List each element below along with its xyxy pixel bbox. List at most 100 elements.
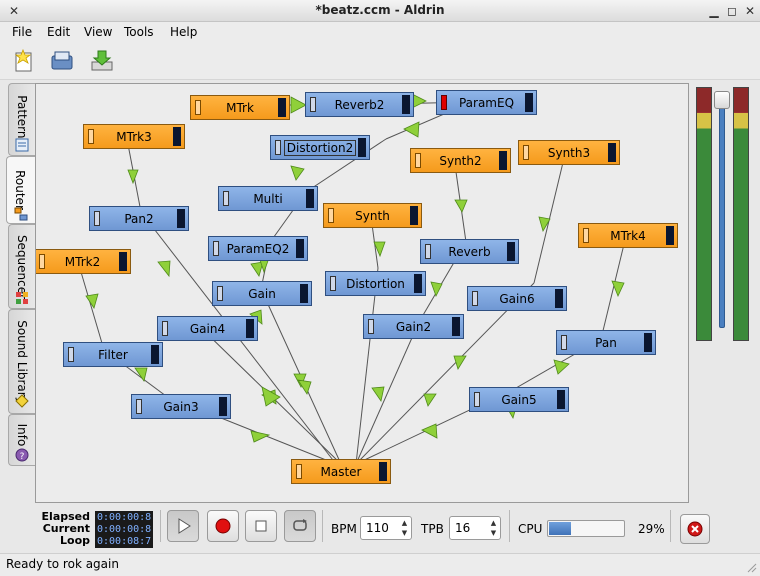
machine-mtrk3[interactable]: MTrk3 (83, 124, 185, 149)
machine-parameq[interactable]: ParamEQ (436, 90, 537, 115)
cpu-meter-fill (549, 522, 571, 535)
resize-grip-icon[interactable] (745, 561, 757, 573)
tab-router[interactable]: Router (6, 156, 35, 224)
machine-master[interactable]: Master (291, 459, 391, 484)
machine-meter (414, 274, 422, 293)
separator (160, 510, 161, 542)
tab-info-label: Info (15, 423, 29, 447)
loop-button[interactable] (284, 510, 316, 542)
stop-icon (255, 520, 267, 532)
bpm-up-icon[interactable]: ▲ (400, 519, 409, 528)
menu-view[interactable]: View (84, 25, 112, 39)
master-volume-track[interactable] (719, 92, 725, 328)
maximize-icon[interactable]: ◻ (724, 3, 740, 19)
machine-pan2[interactable]: Pan2 (89, 206, 189, 231)
play-button[interactable] (167, 510, 199, 542)
loop-icon (293, 519, 307, 531)
stop-button[interactable] (245, 510, 277, 542)
machine-label: MTrk3 (116, 130, 152, 144)
machine-reverb[interactable]: Reverb (420, 239, 519, 264)
tab-patterns-label: Patterns (15, 94, 29, 145)
close-icon[interactable]: ✕ (742, 3, 758, 19)
machine-meter (557, 390, 565, 409)
machine-label: Multi (253, 192, 283, 206)
machine-synth2[interactable]: Synth2 (410, 148, 511, 173)
tab-patterns[interactable]: Patterns (8, 83, 35, 156)
machine-label: Gain3 (163, 400, 199, 414)
machine-meter (151, 345, 159, 364)
machine-multi[interactable]: Multi (218, 186, 318, 211)
patterns-icon (15, 138, 29, 152)
minimize-icon[interactable]: ▁ (706, 3, 722, 19)
machine-gain6[interactable]: Gain6 (467, 286, 567, 311)
machine-label: Gain6 (499, 292, 535, 306)
machine-gain5[interactable]: Gain5 (469, 387, 569, 412)
menu-bar: File Edit View Tools Help (0, 22, 760, 42)
record-icon (215, 518, 231, 534)
tpb-spinbox[interactable]: 16 ▲ ▼ (449, 516, 501, 540)
machine-distortion[interactable]: Distortion (325, 271, 426, 296)
loop-time: 0:00:08:7 (95, 535, 153, 548)
new-file-button[interactable] (10, 48, 38, 74)
panic-button[interactable] (680, 514, 710, 544)
machine-pan[interactable]: Pan (556, 330, 656, 355)
machine-reverb2[interactable]: Reverb2 (305, 92, 414, 117)
machine-gain2[interactable]: Gain2 (363, 314, 464, 339)
machine-parameq2[interactable]: ParamEQ2 (208, 236, 308, 261)
machine-synth[interactable]: Synth (323, 203, 422, 228)
master-volume-handle[interactable] (714, 91, 730, 109)
machine-mtrk2[interactable]: MTrk2 (36, 249, 131, 274)
window-title: *beatz.ccm - Aldrin (315, 3, 445, 17)
machine-label: Synth (355, 209, 390, 223)
machine-label: Gain5 (501, 393, 537, 407)
bpm-down-icon[interactable]: ▼ (400, 529, 409, 538)
bpm-label: BPM (331, 522, 357, 536)
cpu-value: 29% (638, 522, 665, 536)
router-canvas[interactable]: MTrk Reverb2 ParamEQ MTrk3 Distortion2 S… (35, 83, 689, 503)
machine-meter (525, 93, 533, 112)
open-button[interactable] (48, 48, 76, 74)
machine-meter (666, 226, 674, 245)
open-icon (51, 51, 73, 70)
cpu-label: CPU (518, 522, 543, 536)
tab-sequencer[interactable]: Sequencer (8, 224, 35, 309)
tab-sound-library[interactable]: Sound Library (8, 309, 35, 414)
machine-label: Gain2 (395, 320, 432, 334)
save-button[interactable] (88, 48, 116, 74)
machine-distortion2[interactable]: Distortion2 (270, 135, 370, 160)
machine-synth3[interactable]: Synth3 (518, 140, 620, 165)
bpm-spinbox[interactable]: 110 ▲ ▼ (360, 516, 412, 540)
machine-meter (402, 95, 410, 114)
menu-file[interactable]: File (12, 25, 32, 39)
tpb-down-icon[interactable]: ▼ (489, 529, 498, 538)
vu-meter-left (696, 87, 712, 341)
machine-label: MTrk (226, 101, 254, 115)
machine-mtrk[interactable]: MTrk (190, 95, 290, 120)
machine-gain[interactable]: Gain (212, 281, 312, 306)
record-button[interactable] (207, 510, 239, 542)
machine-label: ParamEQ2 (226, 242, 290, 256)
menu-tools[interactable]: Tools (124, 25, 154, 39)
tpb-value: 16 (455, 521, 471, 535)
tab-info[interactable]: Info ? (8, 414, 35, 466)
machine-meter (410, 206, 418, 225)
router-icon (14, 207, 28, 221)
menu-edit[interactable]: Edit (47, 25, 70, 39)
machine-gain4[interactable]: Gain4 (157, 316, 258, 341)
tpb-up-icon[interactable]: ▲ (489, 519, 498, 528)
machine-gain3[interactable]: Gain3 (131, 394, 231, 419)
status-bar: Ready to rok again (0, 553, 760, 576)
machine-label: Gain (248, 287, 276, 301)
machine-label: Reverb2 (334, 98, 385, 112)
new-file-icon (14, 48, 32, 72)
machine-meter (300, 284, 308, 303)
machine-meter (296, 239, 304, 258)
loop-label: Loop (60, 534, 90, 547)
menu-help[interactable]: Help (170, 25, 197, 39)
machine-mtrk4[interactable]: MTrk4 (578, 223, 678, 248)
machine-filter[interactable]: Filter (63, 342, 163, 367)
machine-meter (278, 98, 286, 117)
machine-meter (219, 397, 227, 416)
machine-label: Synth3 (547, 146, 591, 160)
play-icon (178, 518, 191, 534)
